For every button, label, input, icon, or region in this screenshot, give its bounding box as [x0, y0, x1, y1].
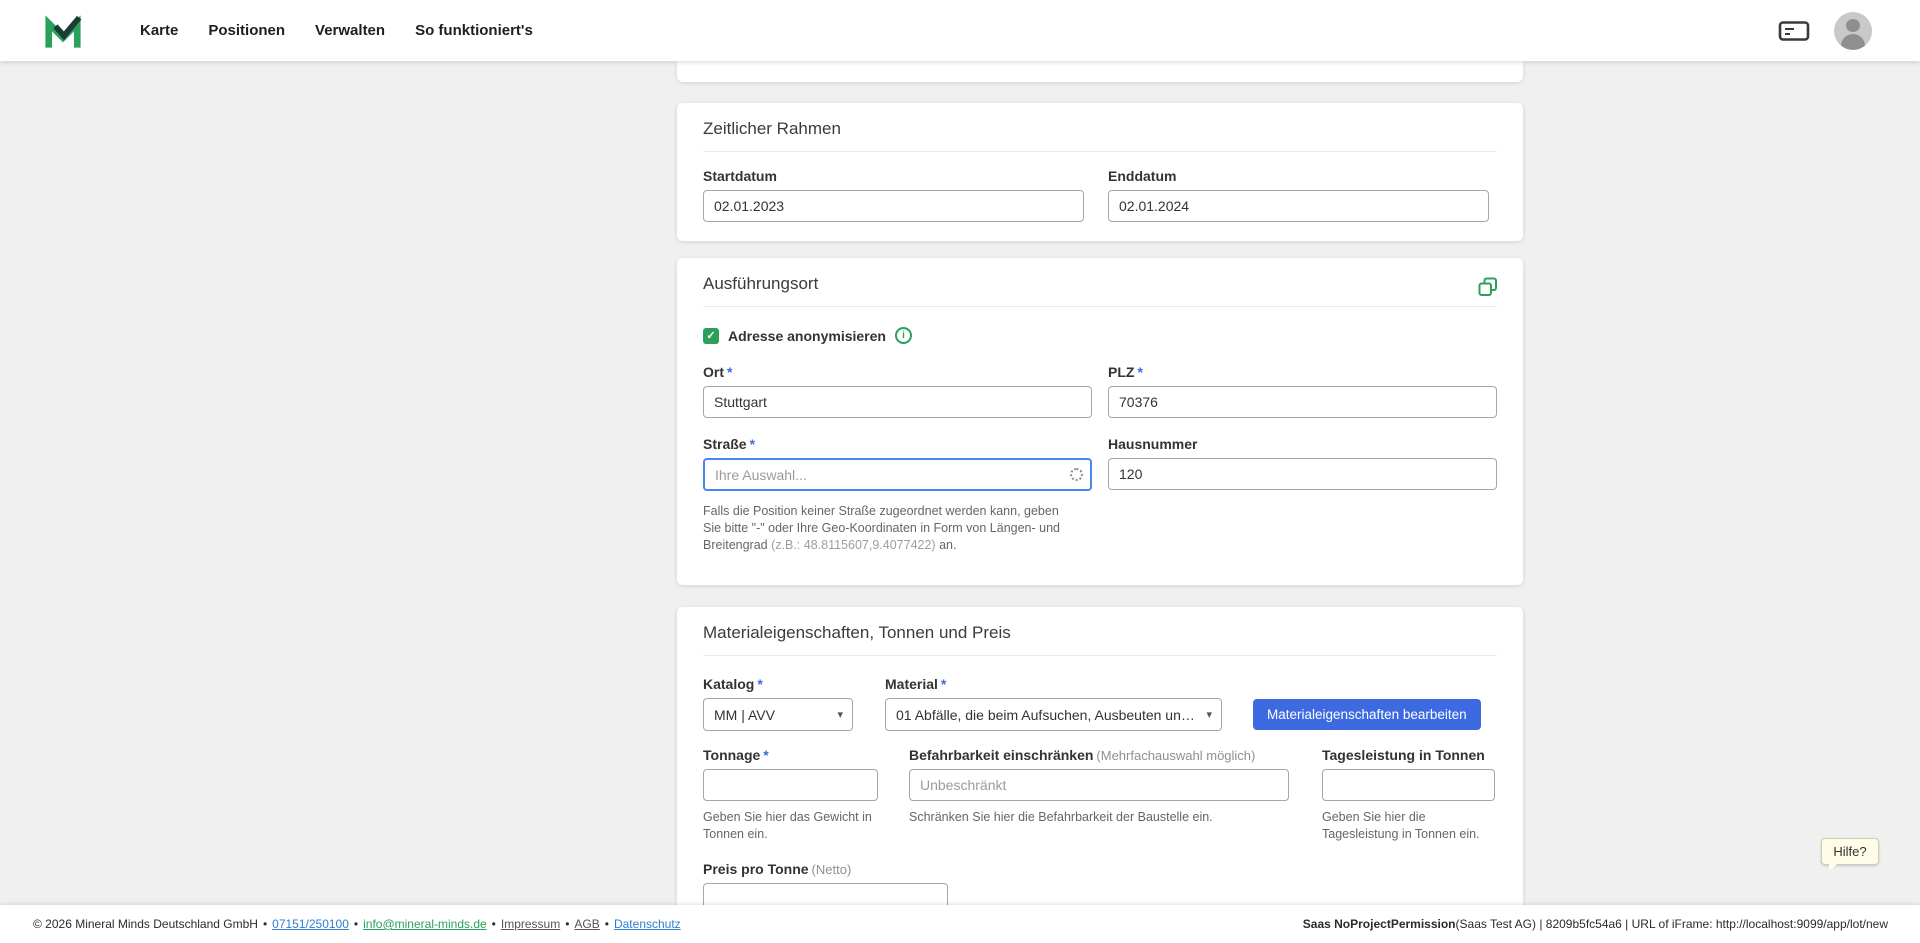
- enddatum-label: Enddatum: [1108, 168, 1497, 184]
- tagesleistung-input[interactable]: [1322, 769, 1495, 801]
- anonymize-row: ✓ Adresse anonymisieren i: [703, 327, 1497, 344]
- loading-spinner-icon: [1070, 468, 1083, 481]
- time-card: Zeitlicher Rahmen Startdatum Enddatum: [677, 103, 1523, 241]
- ort-input[interactable]: [703, 386, 1092, 418]
- edit-material-button[interactable]: Materialeigenschaften bearbeiten: [1253, 699, 1481, 730]
- mineral-minds-logo-icon: [44, 10, 82, 52]
- material-label: Material*: [885, 676, 1222, 692]
- chevron-down-icon: ▾: [1206, 708, 1212, 721]
- required-mark: *: [750, 436, 755, 452]
- footer: © 2026 Mineral Minds Deutschland GmbH • …: [0, 905, 1920, 943]
- saas-permission-label: Saas NoProjectPermission: [1303, 917, 1456, 931]
- strasse-input[interactable]: [703, 458, 1092, 491]
- hausnummer-input[interactable]: [1108, 458, 1497, 490]
- strasse-hint: Falls die Position keiner Straße zugeord…: [703, 503, 1083, 554]
- startdatum-label: Startdatum: [703, 168, 1092, 184]
- enddatum-input[interactable]: [1108, 190, 1489, 222]
- copy-icon[interactable]: [1477, 276, 1499, 298]
- email-link[interactable]: info@mineral-minds.de: [363, 917, 487, 931]
- katalog-select[interactable]: MM | AVV ▾: [703, 698, 853, 731]
- ort-field: Ort*: [703, 364, 1092, 418]
- time-card-title: Zeitlicher Rahmen: [703, 119, 1497, 152]
- info-icon[interactable]: i: [895, 327, 912, 344]
- required-mark: *: [1137, 364, 1142, 380]
- avatar[interactable]: [1834, 12, 1872, 50]
- hausnummer-field: Hausnummer: [1108, 436, 1497, 554]
- katalog-field: Katalog* MM | AVV ▾: [703, 676, 853, 731]
- check-icon: ✓: [706, 329, 715, 342]
- person-icon: [1834, 12, 1872, 50]
- anonymize-label: Adresse anonymisieren: [728, 328, 886, 344]
- nav-item-verwalten[interactable]: Verwalten: [315, 22, 385, 39]
- help-button[interactable]: Hilfe?: [1821, 838, 1879, 865]
- katalog-label: Katalog*: [703, 676, 853, 692]
- tagesleistung-label: Tagesleistung in Tonnen: [1322, 747, 1495, 763]
- strasse-label: Straße*: [703, 436, 1092, 452]
- tagesleistung-field: Tagesleistung in Tonnen Geben Sie hier d…: [1322, 747, 1495, 843]
- plz-input[interactable]: [1108, 386, 1497, 418]
- material-select[interactable]: 01 Abfälle, die beim Aufsuchen, Ausbeute…: [885, 698, 1222, 731]
- nav-item-so-funktionierts[interactable]: So funktioniert's: [415, 22, 533, 39]
- strasse-field: Straße* Falls die Position keiner Straße…: [703, 436, 1092, 554]
- nav-right: [1778, 12, 1872, 50]
- ort-label: Ort*: [703, 364, 1092, 380]
- tagesleistung-hint: Geben Sie hier die Tagesleistung in Tonn…: [1322, 809, 1495, 843]
- impressum-link[interactable]: Impressum: [501, 917, 560, 931]
- enddatum-field: Enddatum: [1108, 168, 1497, 222]
- befahrbarkeit-field: Befahrbarkeit einschränken(Mehrfachauswa…: [909, 747, 1289, 826]
- location-card: Ausführungsort ✓ Adresse anonymisieren i…: [677, 258, 1523, 585]
- required-mark: *: [727, 364, 732, 380]
- startdatum-input[interactable]: [703, 190, 1084, 222]
- plz-label: PLZ*: [1108, 364, 1497, 380]
- tonnage-hint: Geben Sie hier das Gewicht in Tonnen ein…: [703, 809, 878, 843]
- material-card: Materialeigenschaften, Tonnen und Preis …: [677, 607, 1523, 943]
- main-nav: Karte Positionen Verwalten So funktionie…: [140, 22, 533, 39]
- card-icon-glyph: [1778, 18, 1810, 44]
- datenschutz-link[interactable]: Datenschutz: [614, 917, 681, 931]
- partial-card: [677, 61, 1523, 82]
- agb-link[interactable]: AGB: [574, 917, 599, 931]
- logo[interactable]: [44, 9, 84, 53]
- copyright-text: © 2026 Mineral Minds Deutschland GmbH: [33, 917, 258, 931]
- hausnummer-label: Hausnummer: [1108, 436, 1497, 452]
- required-mark: *: [763, 747, 768, 763]
- edit-material-column: Materialeigenschaften bearbeiten: [1253, 676, 1481, 730]
- preis-label: Preis pro Tonne(Netto): [703, 861, 1497, 877]
- tonnage-input[interactable]: [703, 769, 878, 801]
- footer-left: © 2026 Mineral Minds Deutschland GmbH • …: [33, 917, 681, 931]
- anonymize-checkbox[interactable]: ✓: [703, 328, 719, 344]
- material-card-title: Materialeigenschaften, Tonnen und Preis: [703, 623, 1497, 656]
- befahrbarkeit-input[interactable]: [909, 769, 1289, 801]
- top-nav: Karte Positionen Verwalten So funktionie…: [0, 0, 1920, 61]
- nav-item-karte[interactable]: Karte: [140, 22, 178, 39]
- tonnage-label: Tonnage*: [703, 747, 878, 763]
- plz-field: PLZ*: [1108, 364, 1497, 418]
- befahrbarkeit-hint: Schränken Sie hier die Befahrbarkeit der…: [909, 809, 1289, 826]
- tonnage-field: Tonnage* Geben Sie hier das Gewicht in T…: [703, 747, 878, 843]
- card-icon[interactable]: [1778, 18, 1810, 44]
- required-mark: *: [941, 676, 946, 692]
- location-card-title: Ausführungsort: [703, 274, 1497, 307]
- required-mark: *: [757, 676, 762, 692]
- chevron-down-icon: ▾: [837, 708, 843, 721]
- saas-info-text: (Saas Test AG) | 8209b5fc54a6 | URL of i…: [1456, 917, 1888, 931]
- startdatum-field: Startdatum: [703, 168, 1092, 222]
- befahrbarkeit-label: Befahrbarkeit einschränken(Mehrfachauswa…: [909, 747, 1289, 763]
- nav-item-positionen[interactable]: Positionen: [208, 22, 285, 39]
- material-field: Material* 01 Abfälle, die beim Aufsuchen…: [885, 676, 1222, 731]
- phone-link[interactable]: 07151/250100: [272, 917, 349, 931]
- footer-right: Saas NoProjectPermission (Saas Test AG) …: [1303, 917, 1888, 931]
- form-column: Zeitlicher Rahmen Startdatum Enddatum Au…: [677, 0, 1523, 943]
